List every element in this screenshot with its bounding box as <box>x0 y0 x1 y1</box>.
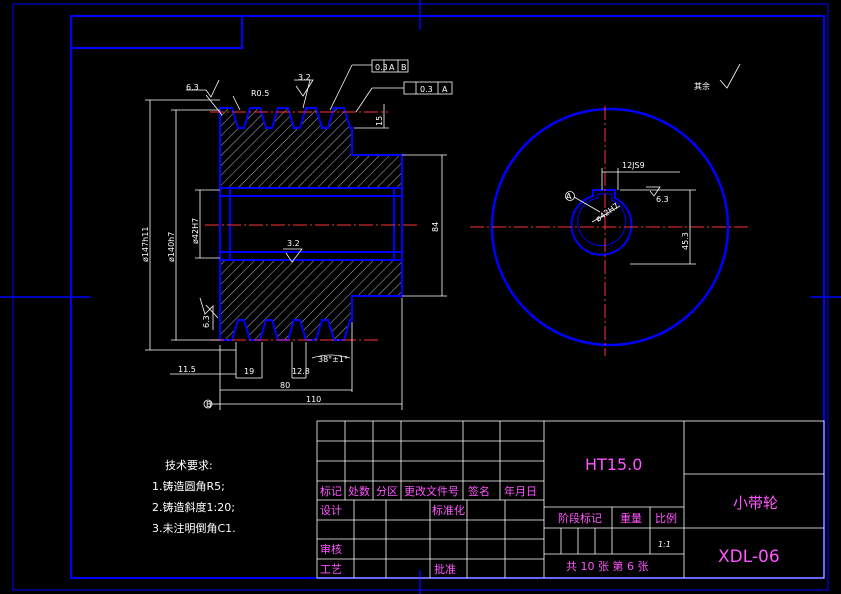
groove-depth-label: 15 <box>375 116 384 126</box>
keyway-depth-label: 45.3 <box>681 232 690 250</box>
header-sign: 签名 <box>468 484 490 498</box>
sheet-info: 共 10 张 第 6 张 <box>566 559 648 573</box>
section-view: 6.3 R0.5 3.2 0.3 A B 0.3 A 15 ø147h11 ø1… <box>141 59 741 410</box>
header-ratio: 比例 <box>655 511 677 525</box>
groove-offset-label: 11.5 <box>178 365 196 374</box>
header-change-doc: 更改文件号 <box>404 484 459 498</box>
grooved-width-label: 80 <box>280 381 290 390</box>
hub-length-label: 84 <box>431 222 440 232</box>
header-process: 工艺 <box>320 563 342 576</box>
part-name: 小带轮 <box>733 494 778 512</box>
header-review: 审核 <box>320 542 342 556</box>
header-stage-mark: 阶段标记 <box>558 511 602 525</box>
tech-req-heading: 技术要求: <box>165 459 213 472</box>
tolerance-frame-2-value: 0.3 <box>420 85 433 94</box>
surface-finish-rest-label: 其余 <box>694 81 710 91</box>
tech-req-item-2: 2.铸造斜度1:20; <box>152 500 235 514</box>
header-weight: 重量 <box>620 511 642 525</box>
datum-a-label: A <box>566 192 572 201</box>
header-count: 处数 <box>348 485 370 498</box>
cad-drawing: 6.3 R0.5 3.2 0.3 A B 0.3 A 15 ø147h11 ø1… <box>0 0 841 594</box>
total-width-label: 110 <box>306 395 321 404</box>
header-zone: 分区 <box>376 485 398 498</box>
title-block-text: 标记 处数 分区 更改文件号 签名 年月日 设计 标准化 审核 工艺 批准 阶段… <box>320 455 780 576</box>
bore-diameter-end-label: ø42H7 <box>594 201 621 223</box>
tech-req-item-3: 3.未注明倒角C1. <box>152 521 236 535</box>
keyway-width-label: 12JS9 <box>622 161 645 170</box>
tolerance-frame-2-datum-a: A <box>442 85 448 94</box>
material-label: HT15.0 <box>585 455 642 474</box>
header-design: 设计 <box>320 504 342 517</box>
header-mark: 标记 <box>320 484 342 498</box>
header-approve: 批准 <box>434 562 456 576</box>
surface-finish-1: 6.3 <box>186 83 199 92</box>
end-view: A 12JS9 45.3 ø42H7 6.3 <box>470 106 750 356</box>
pitch-diameter-label: ø140h7 <box>167 232 176 262</box>
header-standardize: 标准化 <box>432 503 465 517</box>
groove-pitch-label: 19 <box>244 367 254 376</box>
datum-b-label: B <box>206 400 212 409</box>
tolerance-frame-1-datum-b: B <box>401 63 407 72</box>
surface-finish-2: 3.2 <box>298 73 311 82</box>
tolerance-frame-1-datum-a: A <box>389 63 395 72</box>
scale-value: 1:1 <box>658 540 671 549</box>
technical-requirements: 技术要求: 1.铸造圆角R5; 2.铸造斜度1:20; 3.未注明倒角C1. <box>152 459 236 535</box>
groove-radius: R0.5 <box>251 89 269 98</box>
header-date: 年月日 <box>504 484 537 498</box>
bore-diameter-label: ø42H7 <box>191 218 200 244</box>
groove-angle-label: 38°±1° <box>318 355 348 364</box>
surface-finish-4: 6.3 <box>202 315 211 328</box>
tolerance-frame-1-value: 0.3 <box>375 63 388 72</box>
tech-req-item-1: 1.铸造圆角R5; <box>152 479 225 493</box>
drawing-number: XDL-06 <box>718 547 780 567</box>
outer-diameter-label: ø147h11 <box>141 227 150 262</box>
surface-finish-5: 6.3 <box>656 195 669 204</box>
surface-finish-3: 3.2 <box>287 239 300 248</box>
groove-width-label: 12.8 <box>292 367 310 376</box>
